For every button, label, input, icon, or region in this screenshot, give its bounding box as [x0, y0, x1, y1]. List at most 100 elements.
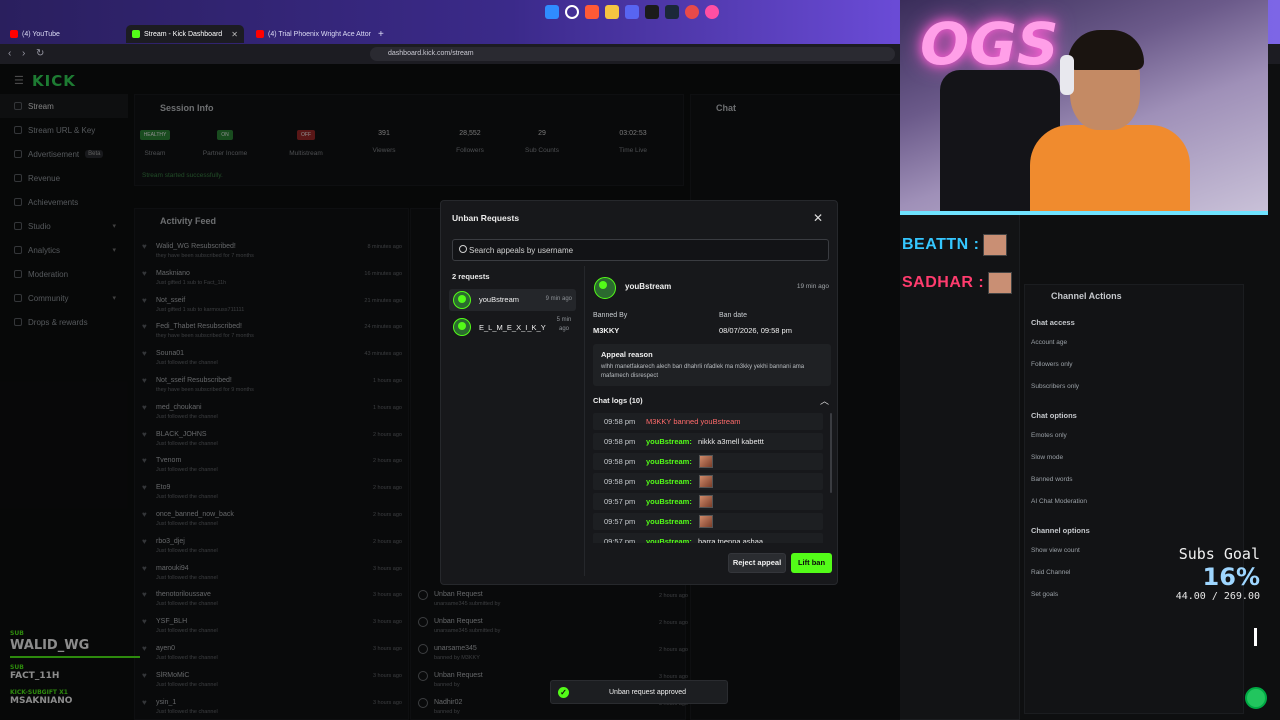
- folder-icon[interactable]: [605, 5, 619, 19]
- forward-icon[interactable]: ›: [22, 48, 25, 59]
- chat-logs-scrollbar[interactable]: [830, 413, 832, 493]
- channel-action-item[interactable]: Raid Channel: [1031, 569, 1070, 576]
- streamer-shirt: [1030, 125, 1190, 211]
- log-user: youBstream:: [646, 437, 692, 446]
- chat-log-row: 09:57 pm youBstream: barra tnenna ashaa: [593, 533, 823, 543]
- log-time: 09:57 pm: [604, 497, 636, 506]
- kick-icon: [132, 30, 140, 38]
- log-user: youBstream:: [646, 517, 692, 526]
- emote-icon: [699, 515, 713, 528]
- chat-log-row: 09:57 pm youBstream:: [593, 493, 823, 510]
- taskbar-icons: [545, 5, 719, 19]
- webcam-overlay: OGS: [900, 0, 1268, 215]
- url-field[interactable]: dashboard.kick.com/stream: [370, 47, 895, 61]
- tab-label: Stream - Kick Dashboard: [144, 30, 223, 38]
- close-icon[interactable]: ✕: [813, 211, 823, 225]
- channel-actions-section: Channel options: [1031, 526, 1090, 535]
- request-time: 5 min ago: [556, 317, 572, 332]
- toast-notification: ✓ Unban request approved: [550, 680, 728, 704]
- chat-logs-list[interactable]: 09:58 pm M3KKY banned youBstream 09:58 pm y…: [593, 413, 829, 543]
- log-time: 09:58 pm: [604, 477, 636, 486]
- chrome-icon[interactable]: [685, 5, 699, 19]
- channel-action-item[interactable]: Set goals: [1031, 591, 1058, 598]
- new-tab-button[interactable]: +: [372, 26, 390, 42]
- channel-action-item[interactable]: Subscribers only: [1031, 383, 1079, 390]
- channel-action-item[interactable]: Slow mode: [1031, 454, 1063, 461]
- avatar: [594, 277, 616, 299]
- appeal-reason-label: Appeal reason: [601, 350, 653, 359]
- chevron-up-icon[interactable]: ︿: [820, 394, 829, 407]
- log-time: 09:57 pm: [604, 517, 636, 526]
- request-item[interactable]: E_L_M_E_X_I_K_Y 5 min ago: [449, 316, 576, 344]
- check-icon: ✓: [558, 687, 569, 698]
- volume-bar: [1254, 628, 1257, 646]
- subs-goal-widget: Subs Goal 16% 44.00 / 269.00: [1140, 545, 1260, 602]
- close-tab-icon[interactable]: ✕: [231, 30, 238, 39]
- appeal-reason-box: Appeal reason wlhh manetfakarech alech b…: [593, 344, 831, 386]
- channel-action-item[interactable]: Followers only: [1031, 361, 1073, 368]
- emote-icon: [699, 495, 713, 508]
- channel-action-item[interactable]: AI Chat Moderation: [1031, 498, 1087, 505]
- chat-log-row: 09:57 pm youBstream:: [593, 513, 823, 530]
- log-user: youBstream:: [646, 537, 692, 543]
- search-icon[interactable]: [565, 5, 579, 19]
- tab-kick-dashboard[interactable]: Stream - Kick Dashboard ✕: [126, 25, 244, 43]
- back-icon[interactable]: ‹: [8, 48, 11, 59]
- lift-ban-button[interactable]: Lift ban: [791, 553, 832, 573]
- log-user: youBstream:: [646, 477, 692, 486]
- channel-action-item[interactable]: Account age: [1031, 339, 1067, 346]
- reject-appeal-button[interactable]: Reject appeal: [728, 553, 786, 573]
- overlay-chat-line: BEATTN :: [902, 234, 1008, 256]
- appeal-reason-text: wlhh manetfakarech alech ban dhahrli nfa…: [601, 364, 805, 379]
- request-time: 9 min ago: [545, 296, 572, 302]
- subs-goal-progress: 44.00 / 269.00: [1175, 591, 1260, 602]
- log-user: youBstream:: [646, 497, 692, 506]
- log-time: 09:58 pm: [604, 437, 636, 446]
- search-input[interactable]: [469, 240, 819, 260]
- chat-log-row: 09:58 pm M3KKY banned youBstream: [593, 413, 823, 430]
- tab-youtube[interactable]: (4) YouTube: [4, 26, 66, 42]
- log-time: 09:58 pm: [604, 457, 636, 466]
- toast-text: Unban request approved: [609, 689, 687, 696]
- youtube-icon: [256, 30, 264, 38]
- youtube-icon: [10, 30, 18, 38]
- ban-date-label: Ban date: [719, 312, 748, 319]
- banned-by-label: Banned By: [593, 312, 628, 319]
- log-user: youBstream:: [646, 457, 692, 466]
- avatar: [453, 291, 471, 309]
- overlay-chat-line: SADHAR :: [902, 272, 1013, 294]
- neon-sign: OGS: [920, 10, 1059, 78]
- search-icon: [459, 245, 467, 253]
- windows-icon[interactable]: [545, 5, 559, 19]
- channel-action-item[interactable]: Banned words: [1031, 476, 1073, 483]
- emote-icon: [699, 475, 713, 488]
- chat-logs-heading: Chat logs (10): [593, 396, 643, 405]
- emote-icon: [983, 234, 1008, 256]
- channel-actions-section: Chat access: [1031, 318, 1075, 327]
- tab-label: (4) Trial Phoenix Wright Ace Attor: [268, 30, 371, 38]
- log-message: barra tnenna ashaa: [698, 537, 764, 543]
- brave-icon[interactable]: [585, 5, 599, 19]
- app-icon[interactable]: [705, 5, 719, 19]
- log-user: M3KKY banned youBstream: [646, 417, 741, 426]
- log-time: 09:58 pm: [604, 417, 636, 426]
- discord-icon[interactable]: [625, 5, 639, 19]
- log-time: 09:57 pm: [604, 537, 636, 543]
- reload-icon[interactable]: ↻: [36, 48, 44, 59]
- channel-action-item[interactable]: Show view count: [1031, 547, 1080, 554]
- channel-action-item[interactable]: Emotes only: [1031, 432, 1067, 439]
- modal-title: Unban Requests: [452, 213, 520, 223]
- chat-log-row: 09:58 pm youBstream:: [593, 473, 823, 490]
- overlay-chat-user: SADHAR: [902, 274, 974, 292]
- subs-goal-percent: 16%: [1202, 563, 1260, 591]
- search-appeals[interactable]: [452, 239, 829, 261]
- request-username: youBstream: [479, 295, 520, 304]
- steam-icon[interactable]: [665, 5, 679, 19]
- ban-date-value: 08/07/2026, 09:58 pm: [719, 326, 792, 335]
- divider: [584, 266, 585, 576]
- log-message: nikkk a3mell kabettt: [698, 437, 764, 446]
- app-icon[interactable]: [645, 5, 659, 19]
- detail-time: 19 min ago: [796, 283, 829, 290]
- tab-youtube-2[interactable]: (4) Trial Phoenix Wright Ace Attor: [250, 26, 377, 42]
- request-item[interactable]: youBstream 9 min ago: [449, 289, 576, 311]
